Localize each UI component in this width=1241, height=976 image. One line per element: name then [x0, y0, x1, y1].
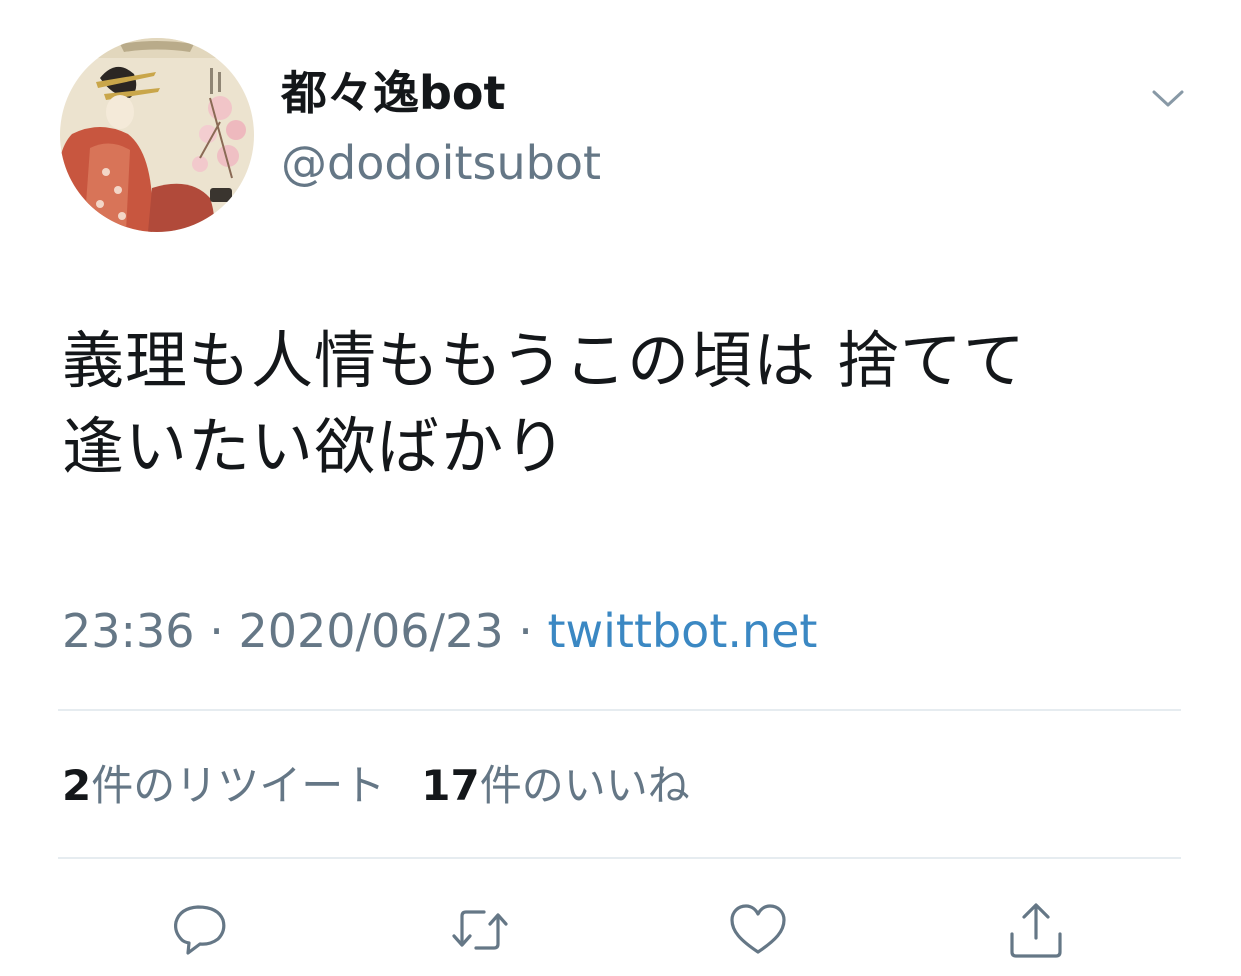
retweets-stat[interactable]: 2件のリツイート	[62, 761, 385, 810]
handle[interactable]: @dodoitsubot	[281, 132, 601, 194]
divider	[58, 857, 1181, 859]
retweet-icon	[452, 910, 508, 950]
tweet-stats: 2件のリツイート 17件のいいね	[62, 756, 690, 816]
avatar[interactable]	[60, 38, 254, 232]
likes-stat[interactable]: 17件のいいね	[421, 761, 689, 810]
display-name[interactable]: 都々逸bot	[281, 62, 506, 124]
meta-separator: ·	[503, 604, 548, 658]
tweet-text-line: 義理も人情ももうこの頃は 捨てて	[62, 324, 1026, 397]
meta-separator: ·	[194, 604, 239, 658]
tweet-source-link[interactable]: twittbot.net	[547, 604, 817, 658]
tweet-time[interactable]: 23:36	[62, 604, 195, 658]
tweet-date[interactable]: 2020/06/23	[238, 604, 503, 658]
chevron-down-icon[interactable]	[1148, 78, 1188, 118]
likes-label: 件のいいね	[479, 761, 690, 810]
retweets-count: 2	[62, 761, 92, 810]
ukiyoe-avatar-image	[60, 38, 254, 232]
tweet-text: 義理も人情ももうこの頃は 捨てて 逢いたい欲ばかり	[62, 318, 1182, 490]
like-button[interactable]	[726, 898, 790, 962]
retweets-label: 件のリツイート	[91, 761, 386, 810]
likes-count: 17	[421, 761, 480, 810]
share-icon	[1010, 903, 1062, 958]
retweet-button[interactable]	[448, 898, 512, 962]
tweet-meta: 23:36 · 2020/06/23 · twittbot.net	[62, 600, 817, 662]
share-button[interactable]	[1004, 898, 1068, 962]
reply-button[interactable]	[168, 898, 232, 962]
reply-icon	[174, 905, 226, 955]
heart-icon	[730, 904, 786, 954]
tweet-text-line: 逢いたい欲ばかり	[62, 410, 568, 483]
divider	[58, 709, 1181, 711]
